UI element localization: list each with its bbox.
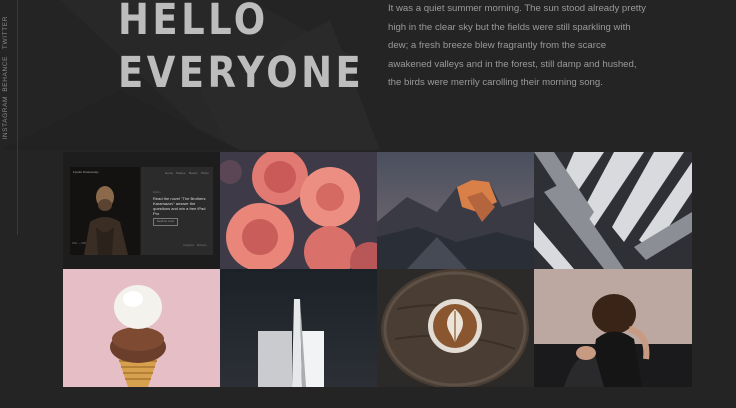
gallery-item-latte[interactable]: [377, 269, 534, 387]
mockup-topbar: Fyodor Dostoevsky Home Stories Books Pho…: [70, 167, 213, 179]
latte-art-image: [377, 269, 534, 387]
mockup-nav-stories: Stories: [176, 171, 186, 175]
social-sidebar: Twitter Behance Instagram: [0, 0, 18, 235]
sidebar-link-instagram[interactable]: Instagram: [2, 96, 14, 140]
gallery-grid: Fyodor Dostoevsky Home Stories Books Pho…: [63, 152, 692, 387]
mockup-nav-books: Books: [189, 171, 198, 175]
mockup-footer-instagram: Instagram: [183, 244, 195, 247]
mockup-button: Read the novel: [153, 218, 178, 226]
gallery-item-ice-cream[interactable]: [63, 269, 220, 387]
architecture-stripes-image: [534, 152, 692, 269]
sidebar-link-twitter[interactable]: Twitter: [2, 16, 14, 49]
person-sitting-image: [534, 269, 692, 387]
mockup-brand: Fyodor Dostoevsky: [73, 170, 99, 174]
gallery-item-roses[interactable]: [220, 152, 377, 269]
mockup-footer-behance: Behance: [197, 244, 207, 247]
mockup-caption: 1821 — 1881: [72, 242, 87, 245]
mockup-nav-photo: Photo: [201, 171, 209, 175]
website-mockup-image: Fyodor Dostoevsky Home Stories Books Pho…: [63, 152, 220, 269]
hero-paragraph: It was a quiet summer morning. The sun s…: [388, 3, 646, 89]
mockup-meta: Fiction: [153, 191, 161, 194]
hero-title-line-2: EVERYONE: [118, 48, 365, 98]
white-tower-image: [220, 269, 377, 387]
gallery-item-person[interactable]: [534, 269, 692, 387]
sidebar-link-behance[interactable]: Behance: [2, 56, 14, 92]
pink-roses-image: [220, 152, 377, 269]
ice-cream-cone-image: [63, 269, 220, 387]
mockup-nav-home: Home: [165, 171, 174, 175]
gallery-item-architecture[interactable]: [534, 152, 692, 269]
mountain-sunset-image: [377, 152, 534, 269]
gallery-item-website-mockup[interactable]: Fyodor Dostoevsky Home Stories Books Pho…: [63, 152, 220, 269]
hero-title: HELLO EVERYONE: [118, 0, 364, 100]
mockup-heading: Read the novel "The Brothers Karamazov" …: [153, 196, 206, 216]
gallery-item-tower[interactable]: [220, 269, 377, 387]
gallery-item-mountain[interactable]: [377, 152, 534, 269]
hero-title-line-1: HELLO: [118, 0, 269, 45]
